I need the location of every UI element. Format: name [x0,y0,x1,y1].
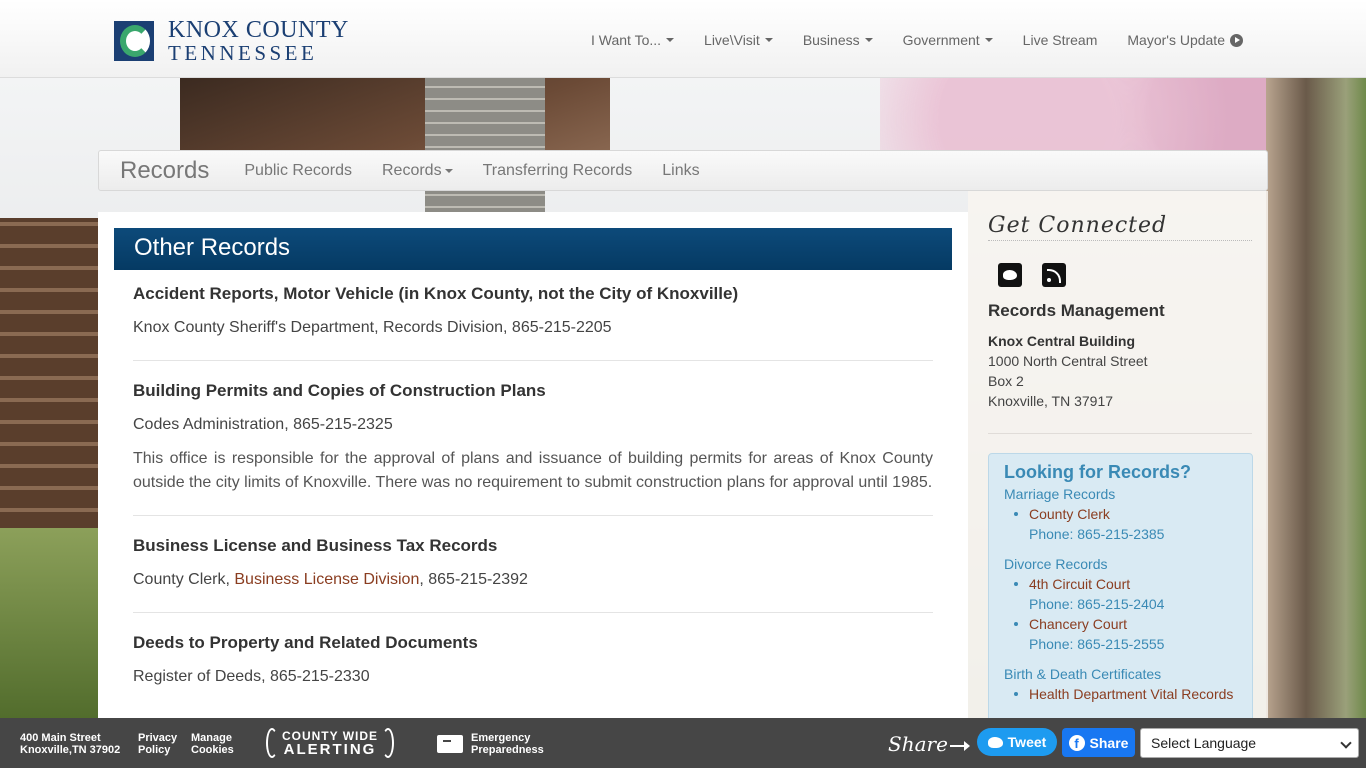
subnav-public-records[interactable]: Public Records [244,162,352,180]
nav-live-visit[interactable]: Live\Visit [704,32,773,48]
ambulance-icon [437,735,463,753]
record-contact: Register of Deeds, 865-215-2330 [133,668,370,685]
facebook-share-button[interactable]: f Share [1062,728,1135,757]
record-title: Deeds to Property and Related Documents [133,633,478,652]
caret-down-icon [444,168,453,173]
record-description: This office is responsible for the appro… [133,450,933,491]
county-logo[interactable]: KNOX COUNTY TENNESSEE [114,18,349,64]
looking-for-records-box: Looking for Records? Marriage Records Co… [988,453,1253,723]
caret-down-icon [764,38,773,42]
share-label: Share [888,732,948,756]
play-circle-icon [1229,33,1243,47]
logo-icon [114,21,154,61]
nav-live-stream[interactable]: Live Stream [1023,32,1098,48]
twitter-icon[interactable] [998,263,1022,287]
department-title: Records Management [988,301,1165,320]
record-entry: Accident Reports, Motor Vehicle (in Knox… [133,284,933,361]
looking-for-records-title: Looking for Records? [1004,462,1192,482]
record-contact: County Clerk, Business License Division,… [133,571,528,588]
box-number: Box 2 [988,373,1024,389]
social-links [998,263,1066,287]
list-item[interactable]: 4th Circuit Court Phone: 865-215-2404 [1014,574,1237,614]
county-wide-alerting-link[interactable]: COUNTY WIDE ALERTING [248,726,412,760]
record-contact: Codes Administration, 865-215-2325 [133,416,393,433]
record-entry: Building Permits and Copies of Construct… [133,381,933,516]
facebook-icon: f [1068,734,1085,751]
business-license-link[interactable]: Business License Division [234,571,419,588]
records-list: Accident Reports, Motor Vehicle (in Knox… [133,284,933,729]
main-nav: I Want To... Live\Visit Business Governm… [591,32,1273,48]
sidebar: Get Connected Records Management Knox Ce… [968,191,1268,723]
record-title: Accident Reports, Motor Vehicle (in Knox… [133,284,739,303]
chevron-down-icon [1340,737,1352,749]
tweet-button[interactable]: Tweet [977,728,1057,756]
nav-mayors-update[interactable]: Mayor's Update [1127,32,1243,48]
subnav-links[interactable]: Links [662,162,699,180]
category-divorce[interactable]: Divorce Records [1004,554,1237,574]
language-select[interactable]: Select Language [1140,728,1359,758]
signal-waves-icon [265,728,278,758]
get-connected-heading: Get Connected [988,213,1252,241]
subnav-transferring-records[interactable]: Transferring Records [483,162,633,180]
record-title: Business License and Business Tax Record… [133,536,498,555]
city-state-zip: Knoxville, TN 37917 [988,393,1114,409]
building-name: Knox Central Building [988,333,1135,349]
list-item[interactable]: Health Department Vital Records [1014,684,1237,704]
signal-waves-icon [382,728,395,758]
caret-down-icon [666,38,675,42]
list-item[interactable]: Chancery Court Phone: 865-215-2555 [1014,614,1237,654]
page-title: Other Records [114,228,952,270]
section-title[interactable]: Records [120,157,209,185]
twitter-bird-icon [987,736,1003,748]
logo-line-1: KNOX COUNTY [168,17,349,43]
privacy-policy-link[interactable]: Privacy Policy [138,732,177,756]
caret-down-icon [864,38,873,42]
section-nav: Records Public Records Records Transferr… [98,150,1268,191]
site-header: KNOX COUNTY TENNESSEE I Want To... Live\… [0,0,1366,78]
street-address: 1000 North Central Street [988,353,1148,369]
nav-i-want-to[interactable]: I Want To... [591,32,675,48]
arrow-right-icon [950,741,970,751]
category-marriage[interactable]: Marriage Records [1004,484,1237,504]
category-birth-death[interactable]: Birth & Death Certificates [1004,664,1237,684]
subnav-records[interactable]: Records [382,162,453,180]
caret-down-icon [984,38,993,42]
main-content: Other Records Accident Reports, Motor Ve… [98,212,968,718]
nav-business[interactable]: Business [803,32,873,48]
record-entry: Deeds to Property and Related Documents … [133,633,933,709]
record-title: Building Permits and Copies of Construct… [133,381,546,400]
department-address: Knox Central Building 1000 North Central… [988,331,1252,434]
footer-address: 400 Main Street Knoxville,TN 37902 [20,732,121,756]
record-entry: Business License and Business Tax Record… [133,536,933,613]
list-item[interactable]: County Clerk Phone: 865-215-2385 [1014,504,1237,544]
record-contact: Knox County Sheriff's Department, Record… [133,319,612,336]
logo-line-2: TENNESSEE [168,41,318,65]
manage-cookies-link[interactable]: Manage Cookies [191,732,234,756]
nav-government[interactable]: Government [903,32,993,48]
rss-icon[interactable] [1042,263,1066,287]
emergency-preparedness-link[interactable]: Emergency Preparedness [471,732,544,756]
